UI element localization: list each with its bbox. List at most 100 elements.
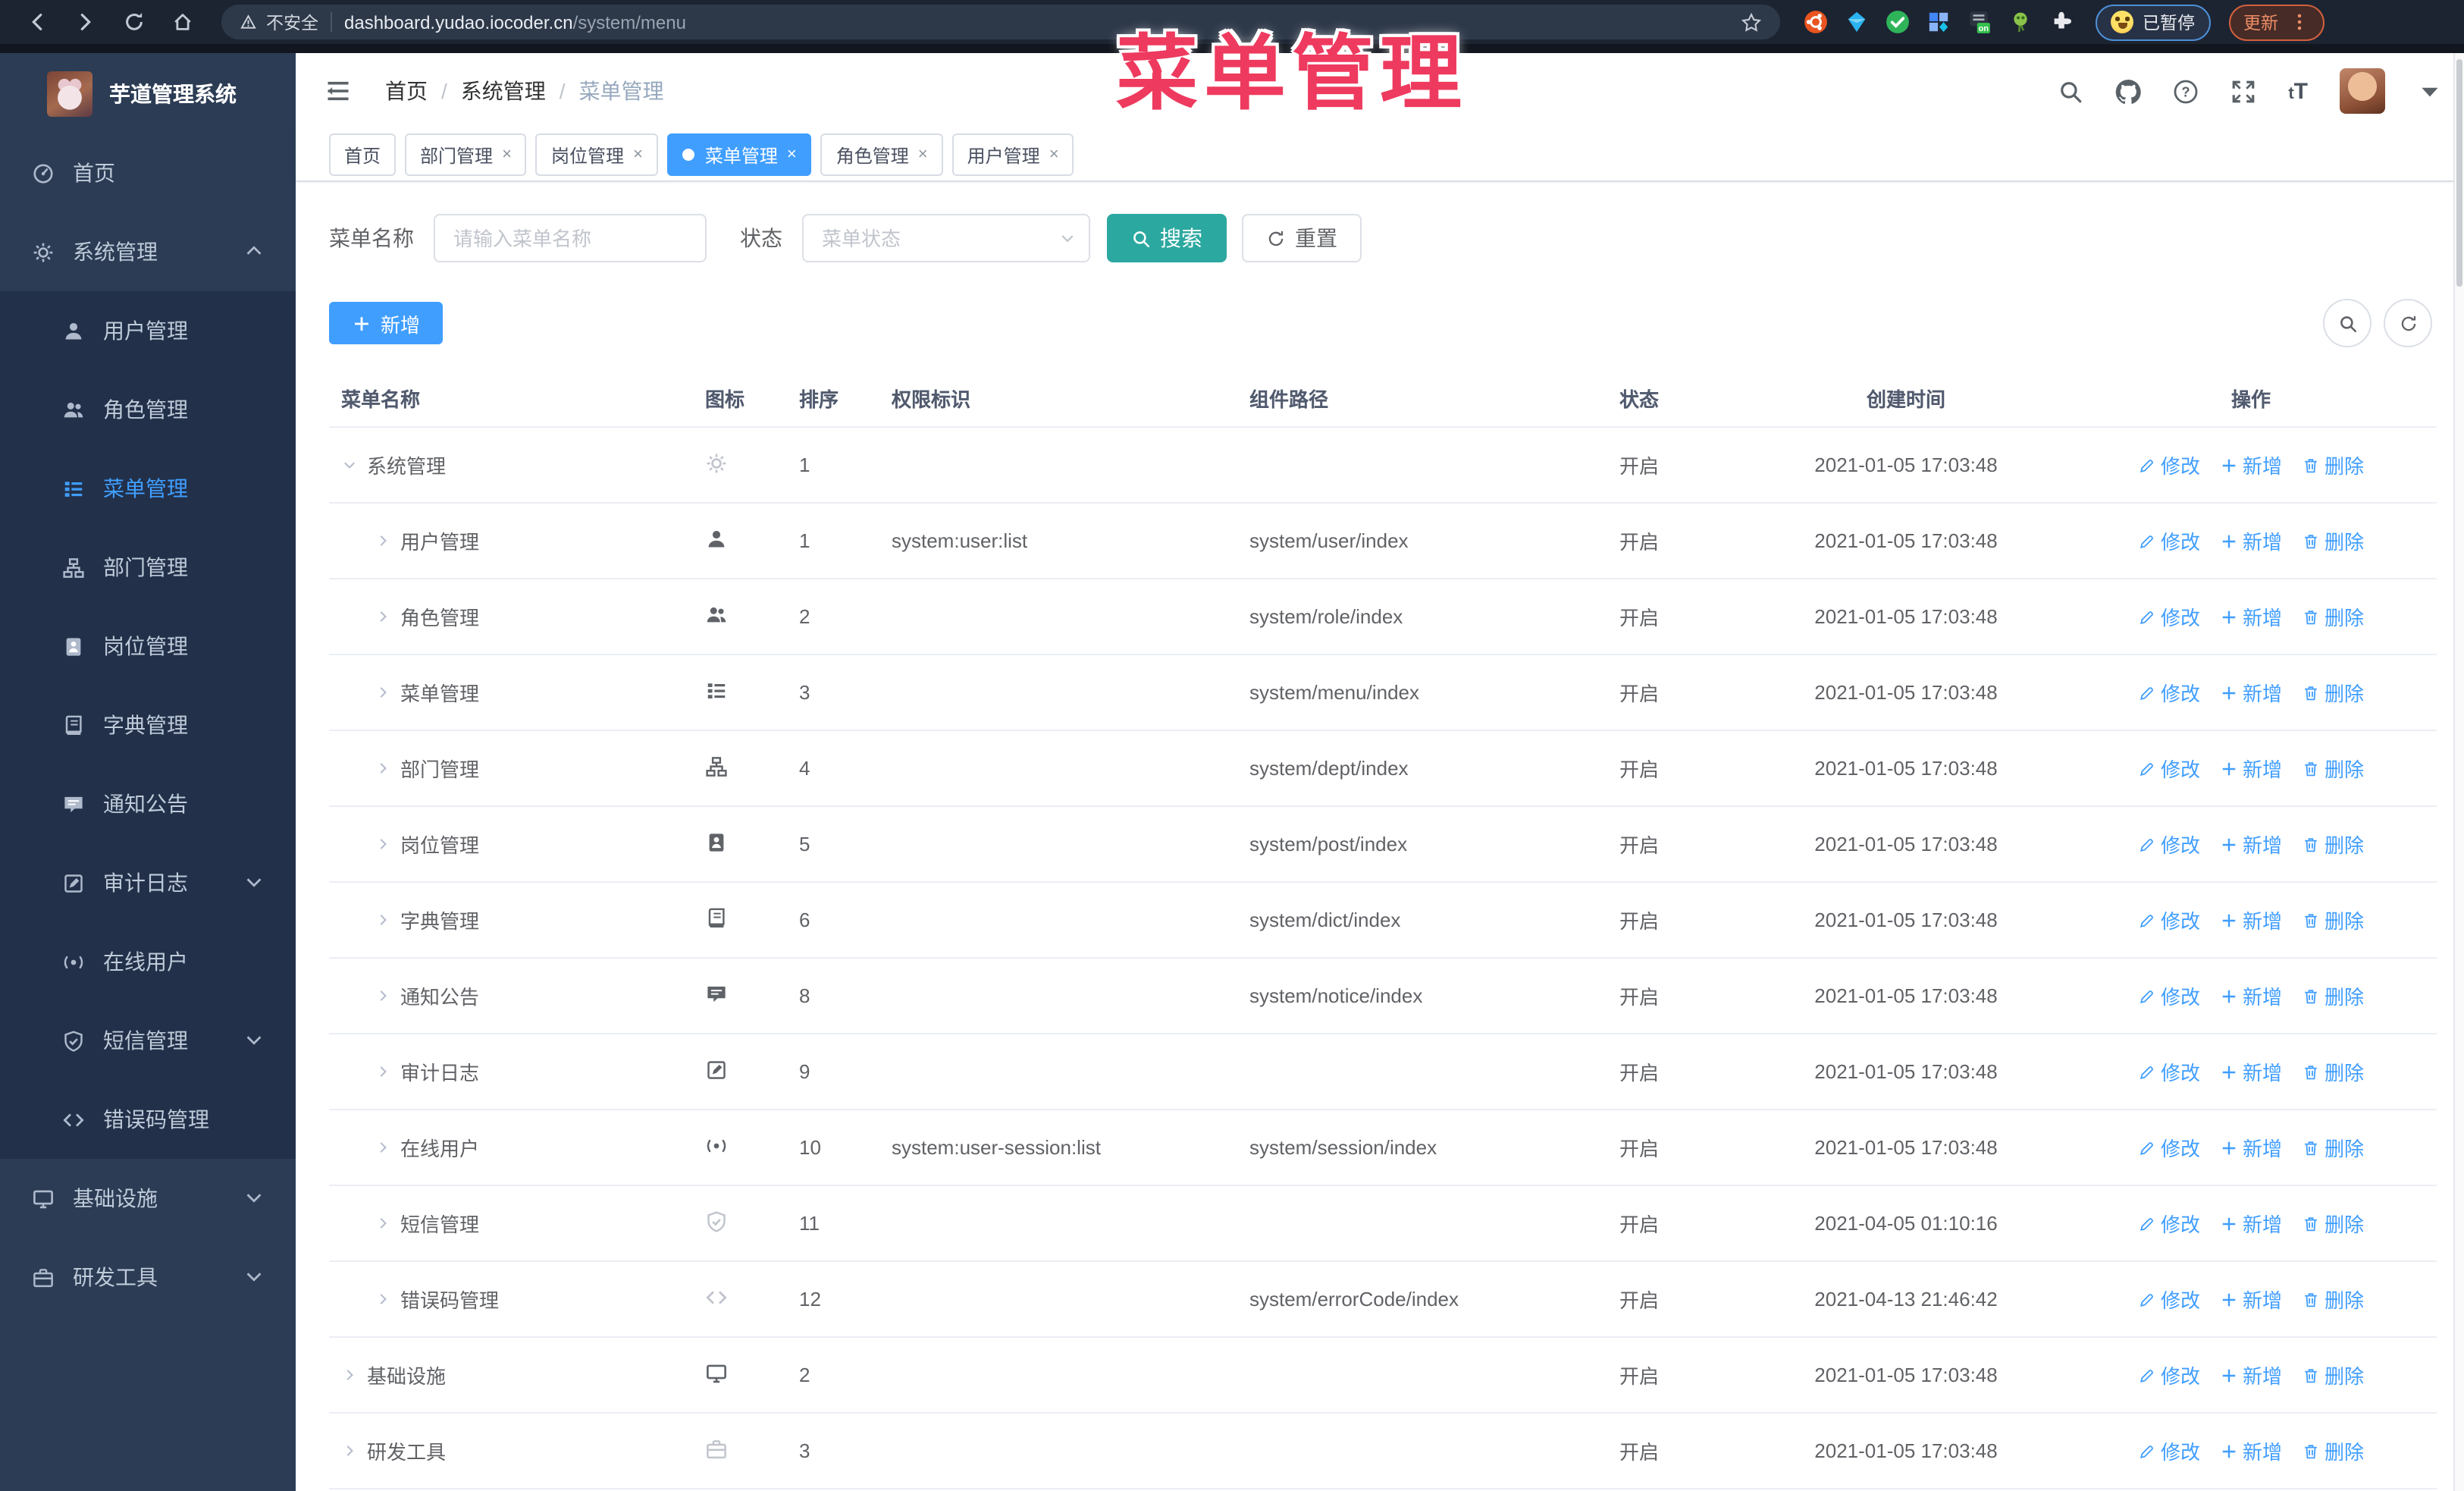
bookmark-star-icon[interactable] (1741, 11, 1762, 33)
sidebar-item-审计日志[interactable]: 审计日志 (0, 843, 296, 922)
leaf-ext-icon[interactable] (2006, 8, 2033, 36)
check-ext-icon[interactable] (1883, 8, 1911, 36)
新增-link[interactable]: 新增 (2220, 450, 2282, 479)
新增-link[interactable]: 新增 (2220, 678, 2282, 707)
puzzle-ext-icon[interactable] (2047, 8, 2074, 36)
删除-link[interactable]: 删除 (2302, 678, 2364, 707)
删除-link[interactable]: 删除 (2302, 1057, 2364, 1086)
修改-link[interactable]: 修改 (2138, 678, 2200, 707)
修改-link[interactable]: 修改 (2138, 981, 2200, 1010)
tab-首页[interactable]: 首页 (329, 133, 397, 176)
tab-用户管理[interactable]: 用户管理 × (951, 133, 1074, 176)
sidebar-item-岗位管理[interactable]: 岗位管理 (0, 607, 296, 686)
修改-link[interactable]: 修改 (2138, 602, 2200, 631)
expand-caret-icon[interactable] (341, 1367, 358, 1383)
expand-caret-icon[interactable] (375, 684, 391, 701)
sidebar-item-角色管理[interactable]: 角色管理 (0, 370, 296, 449)
sidebar-item-字典管理[interactable]: 字典管理 (0, 686, 296, 764)
expand-caret-icon[interactable] (375, 532, 391, 549)
font-size-icon[interactable]: tT (2288, 78, 2308, 104)
status-select-input[interactable] (802, 214, 1090, 262)
sidebar-item-错误码管理[interactable]: 错误码管理 (0, 1080, 296, 1159)
question-icon[interactable]: ? (2173, 78, 2199, 104)
menu-fold-icon[interactable] (324, 76, 355, 106)
sidebar-item-研发工具[interactable]: 研发工具 (0, 1238, 296, 1317)
scrollbar-thumb[interactable] (2456, 59, 2462, 287)
reset-button[interactable]: 重置 (1242, 214, 1362, 262)
删除-link[interactable]: 删除 (2302, 1209, 2364, 1238)
sidebar-item-菜单管理[interactable]: 菜单管理 (0, 449, 296, 528)
删除-link[interactable]: 删除 (2302, 830, 2364, 859)
expand-caret-icon[interactable] (341, 457, 358, 473)
新增-link[interactable]: 新增 (2220, 754, 2282, 783)
修改-link[interactable]: 修改 (2138, 1209, 2200, 1238)
status-select[interactable] (802, 214, 1090, 262)
sidebar-item-通知公告[interactable]: 通知公告 (0, 764, 296, 843)
sidebar-item-用户管理[interactable]: 用户管理 (0, 291, 296, 370)
删除-link[interactable]: 删除 (2302, 754, 2364, 783)
新增-link[interactable]: 新增 (2220, 1057, 2282, 1086)
修改-link[interactable]: 修改 (2138, 1436, 2200, 1465)
grid-ext-icon[interactable] (1924, 8, 1951, 36)
scrollbar[interactable] (2453, 53, 2464, 1491)
修改-link[interactable]: 修改 (2138, 1285, 2200, 1314)
menu-name-input[interactable] (434, 214, 707, 262)
add-button[interactable]: 新增 (329, 302, 444, 344)
tab-菜单管理[interactable]: 菜单管理 × (666, 133, 812, 176)
修改-link[interactable]: 修改 (2138, 1133, 2200, 1162)
新增-link[interactable]: 新增 (2220, 830, 2282, 859)
expand-caret-icon[interactable] (375, 1139, 391, 1156)
新增-link[interactable]: 新增 (2220, 1133, 2282, 1162)
fullscreen-icon[interactable] (2230, 78, 2256, 104)
expand-caret-icon[interactable] (375, 836, 391, 852)
back-icon[interactable] (15, 5, 58, 39)
ubuntu-ext-icon[interactable] (1801, 8, 1829, 36)
修改-link[interactable]: 修改 (2138, 1361, 2200, 1389)
新增-link[interactable]: 新增 (2220, 1361, 2282, 1389)
breadcrumb-home[interactable]: 首页 (385, 76, 428, 106)
expand-caret-icon[interactable] (341, 1442, 358, 1459)
close-icon[interactable]: × (918, 146, 928, 164)
close-icon[interactable]: × (1049, 146, 1059, 164)
github-icon[interactable] (2115, 78, 2142, 104)
删除-link[interactable]: 删除 (2302, 1133, 2364, 1162)
expand-caret-icon[interactable] (375, 1063, 391, 1080)
新增-link[interactable]: 新增 (2220, 1285, 2282, 1314)
sidebar-item-在线用户[interactable]: 在线用户 (0, 922, 296, 1001)
删除-link[interactable]: 删除 (2302, 526, 2364, 555)
删除-link[interactable]: 删除 (2302, 1361, 2364, 1389)
删除-link[interactable]: 删除 (2302, 906, 2364, 934)
expand-caret-icon[interactable] (375, 760, 391, 777)
expand-caret-icon[interactable] (375, 608, 391, 625)
新增-link[interactable]: 新增 (2220, 1436, 2282, 1465)
删除-link[interactable]: 删除 (2302, 450, 2364, 479)
sidebar-item-首页[interactable]: 首页 (0, 133, 296, 212)
删除-link[interactable]: 删除 (2302, 1436, 2364, 1465)
forward-icon[interactable] (64, 5, 106, 39)
删除-link[interactable]: 删除 (2302, 981, 2364, 1010)
search-icon[interactable] (2058, 78, 2083, 104)
expand-caret-icon[interactable] (375, 912, 391, 928)
url-bar[interactable]: 不安全 dashboard.yudao.iocoder.cn/system/me… (221, 5, 1780, 39)
gem-ext-icon[interactable] (1842, 8, 1870, 36)
breadcrumb-system[interactable]: 系统管理 (461, 76, 546, 106)
新增-link[interactable]: 新增 (2220, 526, 2282, 555)
expand-caret-icon[interactable] (375, 1215, 391, 1232)
update-button[interactable]: 更新 (2228, 4, 2324, 40)
sidebar-item-系统管理[interactable]: 系统管理 (0, 212, 296, 291)
app-logo-row[interactable]: 芋道管理系统 (0, 53, 296, 133)
删除-link[interactable]: 删除 (2302, 1285, 2364, 1314)
profile-chip[interactable]: 已暂停 (2096, 4, 2210, 40)
新增-link[interactable]: 新增 (2220, 1209, 2282, 1238)
tab-角色管理[interactable]: 角色管理 × (820, 133, 943, 176)
expand-caret-icon[interactable] (375, 1291, 391, 1307)
close-icon[interactable]: × (787, 146, 797, 164)
新增-link[interactable]: 新增 (2220, 602, 2282, 631)
sidebar-item-部门管理[interactable]: 部门管理 (0, 528, 296, 607)
修改-link[interactable]: 修改 (2138, 1057, 2200, 1086)
sidebar-item-短信管理[interactable]: 短信管理 (0, 1001, 296, 1080)
修改-link[interactable]: 修改 (2138, 526, 2200, 555)
close-icon[interactable]: × (502, 146, 512, 164)
新增-link[interactable]: 新增 (2220, 981, 2282, 1010)
新增-link[interactable]: 新增 (2220, 906, 2282, 934)
